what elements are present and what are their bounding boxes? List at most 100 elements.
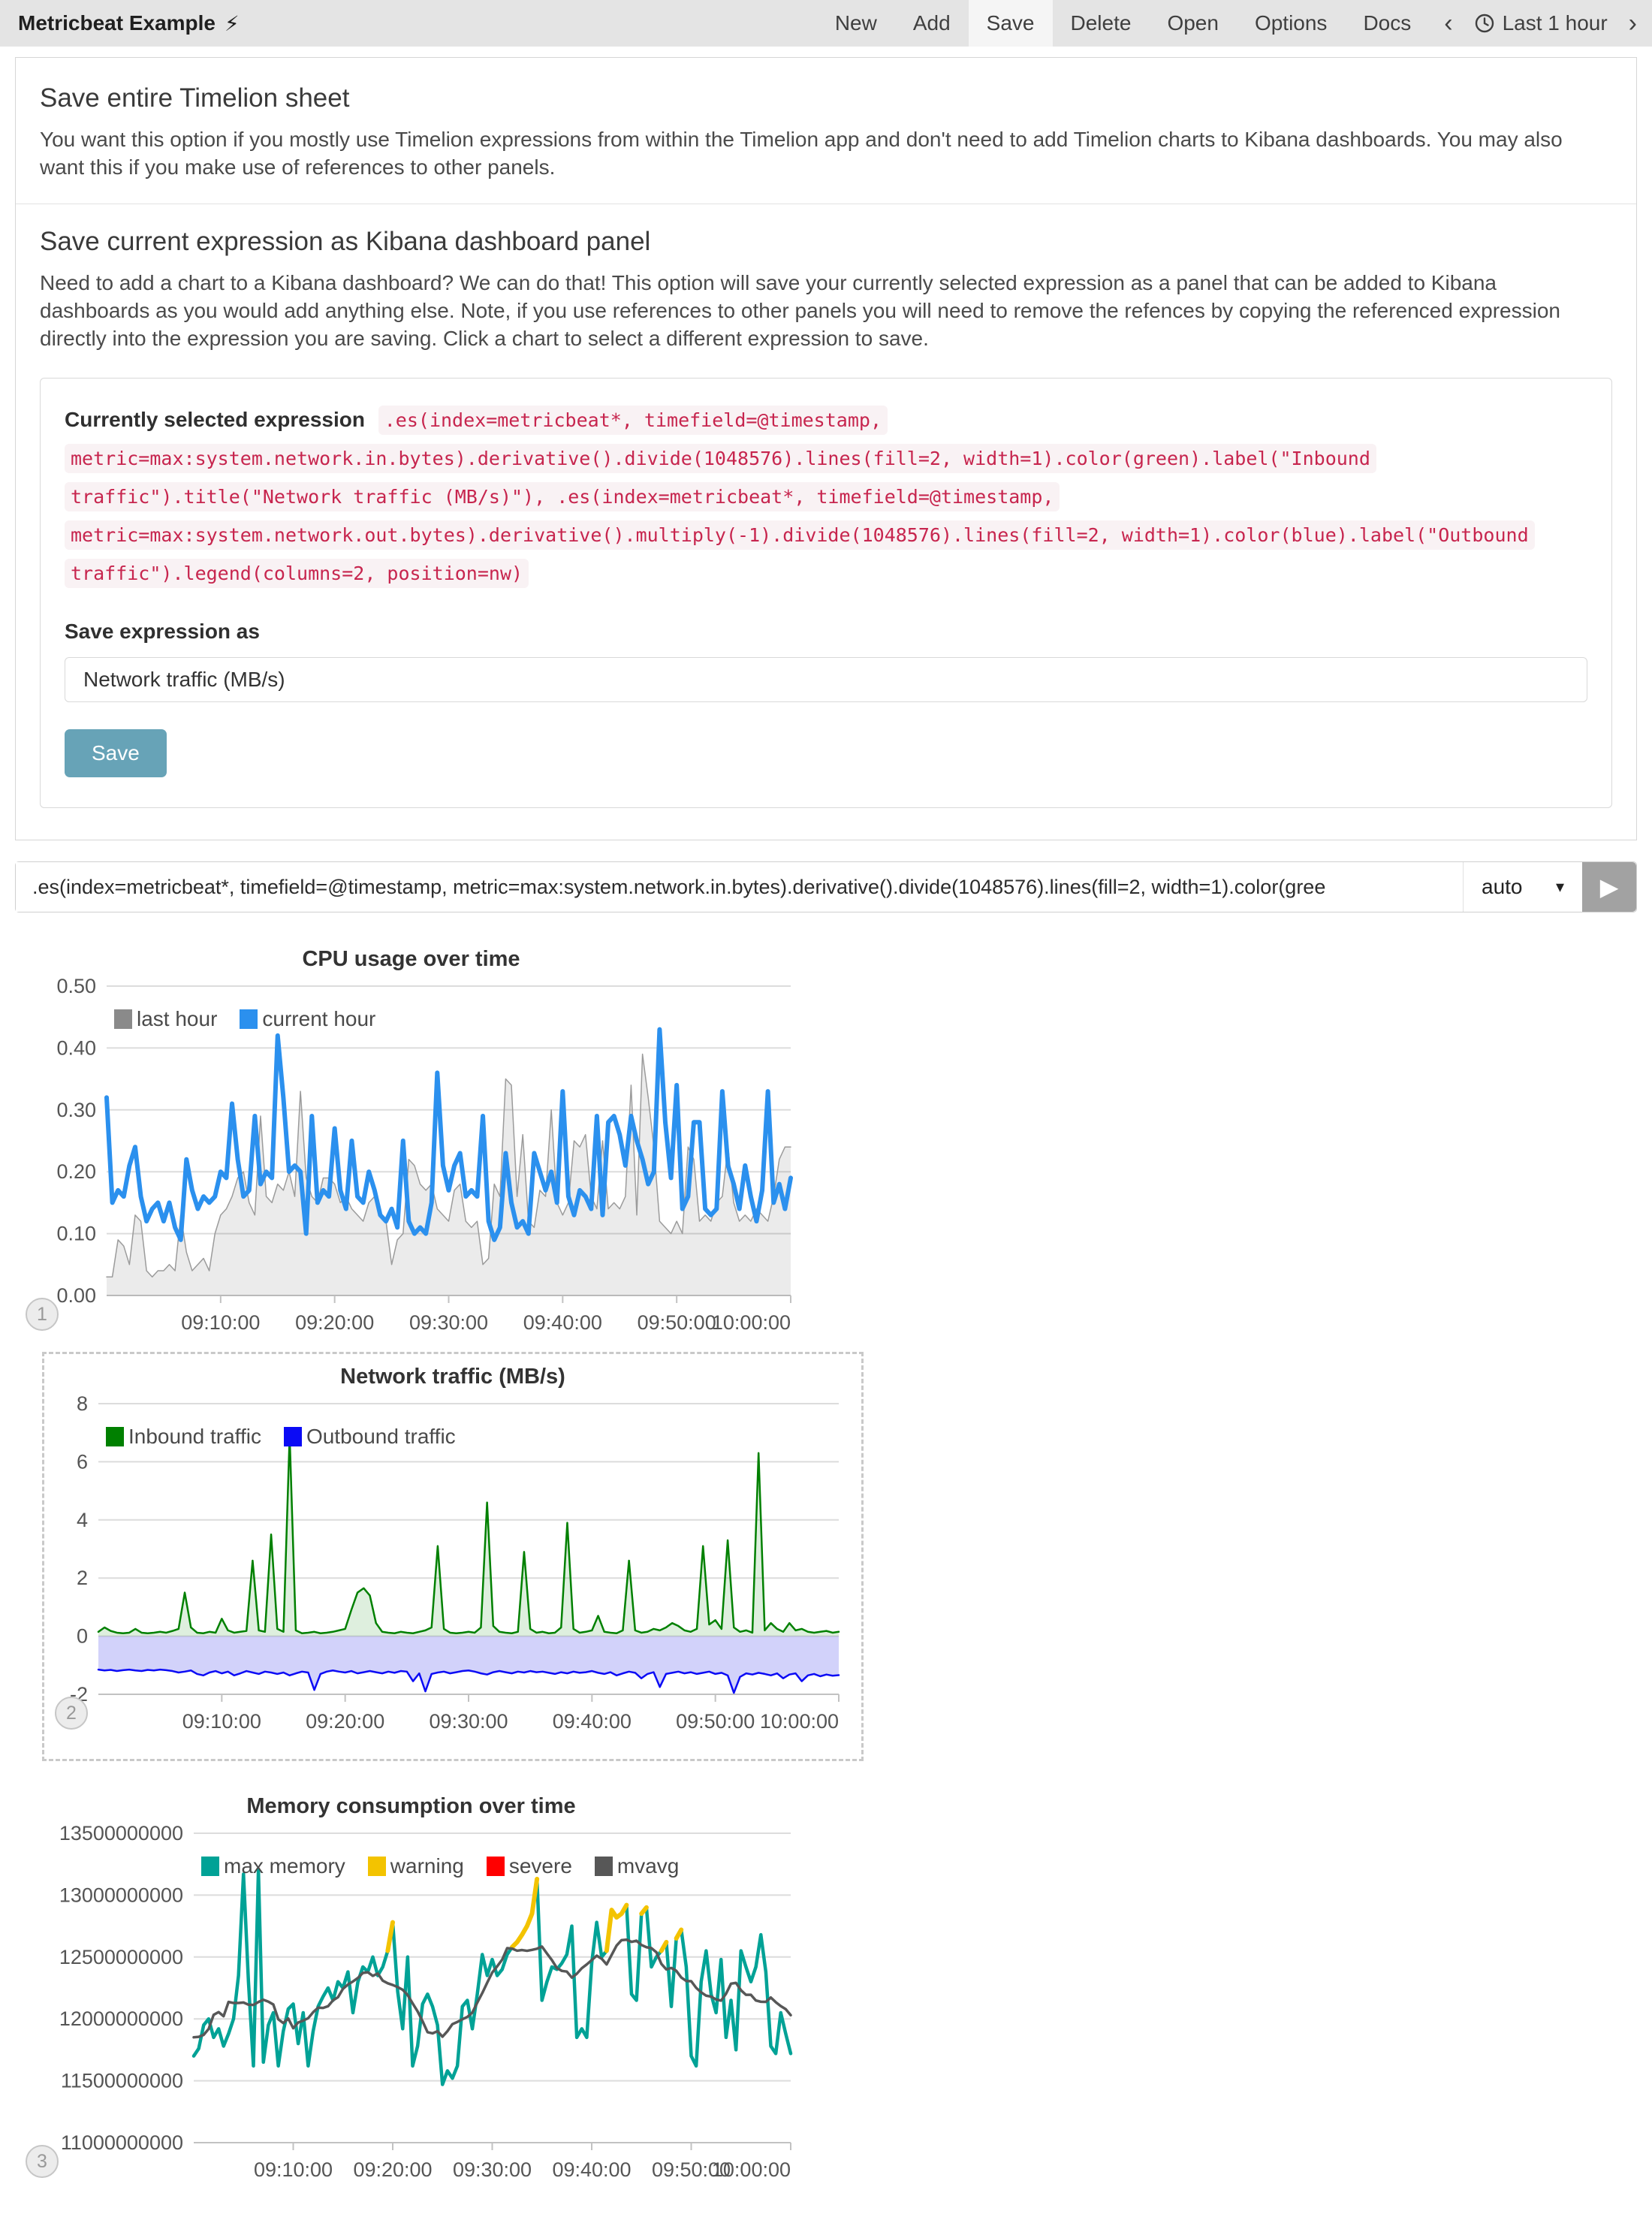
memory-chart-cell: 11000000000 11500000000 12000000000 1250000…: [23, 1790, 800, 2199]
expression-input[interactable]: [16, 862, 1463, 912]
legend-item: warning: [368, 1854, 464, 1878]
selected-expression-code: .es(index=metricbeat*, timefield=@timest…: [65, 406, 1535, 588]
nav-item-options[interactable]: Options: [1237, 0, 1346, 47]
app-title-text: Metricbeat Example: [18, 11, 216, 35]
save-expression-box: Currently selected expression .es(index=…: [40, 378, 1612, 808]
svg-text:12500000000: 12500000000: [59, 1946, 183, 1968]
interval-select[interactable]: auto ▾: [1464, 862, 1582, 912]
nav-item-new[interactable]: New: [817, 0, 895, 47]
expression-bar: auto ▾ ▶: [15, 861, 1637, 912]
chart-title: CPU usage over time: [23, 947, 800, 972]
legend-label: max memory: [224, 1854, 345, 1878]
svg-text:09:20:00: 09:20:00: [295, 1311, 374, 1334]
nav-item-open[interactable]: Open: [1149, 0, 1237, 47]
legend-swatch: [106, 1427, 124, 1446]
chart-legend: last hour current hour: [114, 1007, 375, 1031]
legend-label: current hour: [262, 1007, 375, 1031]
nav-item-add[interactable]: Add: [895, 0, 969, 47]
save-expression-heading: Save current expression as Kibana dashbo…: [40, 227, 1612, 257]
svg-text:13000000000: 13000000000: [59, 1884, 183, 1906]
legend-item: mvavg: [595, 1854, 679, 1878]
legend-item: Outbound traffic: [284, 1425, 456, 1449]
chart-number-badge: 3: [26, 2145, 59, 2178]
legend-swatch: [487, 1857, 505, 1876]
legend-label: mvavg: [617, 1854, 679, 1878]
svg-text:09:50:00: 09:50:00: [676, 1710, 755, 1733]
nav-item-docs[interactable]: Docs: [1345, 0, 1429, 47]
svg-text:12000000000: 12000000000: [59, 2007, 183, 2030]
timepicker-button[interactable]: Last 1 hour: [1468, 0, 1614, 47]
network-traffic-chart[interactable]: -20246809:10:0009:20:0009:30:0009:40:000…: [52, 1360, 854, 1751]
svg-text:09:10:00: 09:10:00: [254, 2158, 333, 2181]
time-forward-chevron-icon[interactable]: ›: [1614, 0, 1652, 47]
chevron-down-icon: ▾: [1556, 877, 1564, 897]
svg-text:0.00: 0.00: [56, 1284, 96, 1307]
svg-text:09:10:00: 09:10:00: [182, 1710, 261, 1733]
svg-text:10:00:00: 10:00:00: [712, 2158, 791, 2181]
save-expression-description: Need to add a chart to a Kibana dashboar…: [40, 269, 1612, 352]
save-panel: Save entire Timelion sheet You want this…: [15, 57, 1637, 840]
svg-text:0.40: 0.40: [56, 1036, 96, 1059]
svg-text:09:30:00: 09:30:00: [453, 2158, 532, 2181]
app-title: Metricbeat Example ⚡: [0, 0, 258, 47]
chart-number-badge: 1: [26, 1298, 59, 1331]
svg-text:09:50:00: 09:50:00: [638, 1311, 716, 1334]
svg-text:11000000000: 11000000000: [61, 2131, 183, 2154]
selected-expression-label: Currently selected expression: [65, 408, 372, 431]
legend-item: current hour: [240, 1007, 375, 1031]
nav-item-delete[interactable]: Delete: [1053, 0, 1150, 47]
time-back-chevron-icon[interactable]: ‹: [1429, 0, 1467, 47]
chart-legend: Inbound trafficOutbound traffic: [106, 1425, 456, 1449]
clock-icon: [1474, 13, 1495, 34]
svg-text:6: 6: [77, 1450, 88, 1473]
chart-number-badge: 2: [55, 1697, 88, 1730]
chart-title: Network traffic (MB/s): [52, 1365, 854, 1389]
interval-value: auto: [1482, 875, 1523, 899]
svg-text:13500000000: 13500000000: [59, 1822, 183, 1844]
cpu-usage-chart[interactable]: 0.00 0.10 0.20 0.30 0.40 0.50 09:10:00 09:20:00…: [23, 943, 800, 1352]
chart-title: Memory consumption over time: [23, 1794, 800, 1819]
memory-consumption-chart[interactable]: 11000000000 11500000000 12000000000 1250000…: [23, 1790, 800, 2199]
svg-text:10:00:00: 10:00:00: [712, 1311, 791, 1334]
svg-text:09:40:00: 09:40:00: [523, 1311, 602, 1334]
selected-expression-row: Currently selected expression .es(index=…: [65, 401, 1587, 593]
save-as-input[interactable]: [65, 657, 1587, 702]
svg-text:09:10:00: 09:10:00: [181, 1311, 260, 1334]
svg-text:0.30: 0.30: [56, 1099, 96, 1121]
top-navbar: Metricbeat Example ⚡ New Add Save Delete…: [0, 0, 1652, 47]
save-sheet-heading: Save entire Timelion sheet: [40, 83, 1612, 113]
legend-swatch: [201, 1857, 219, 1876]
svg-text:11500000000: 11500000000: [61, 2070, 183, 2092]
charts-area: 0.00 0.10 0.20 0.30 0.40 0.50 09:10:00 09:20:00…: [0, 912, 1652, 2214]
save-button[interactable]: Save: [65, 729, 167, 777]
svg-text:09:30:00: 09:30:00: [429, 1710, 508, 1733]
play-icon: ▶: [1600, 873, 1619, 901]
svg-text:0.20: 0.20: [56, 1160, 96, 1183]
svg-text:4: 4: [77, 1509, 88, 1531]
save-as-label: Save expression as: [65, 620, 1587, 644]
legend-label: warning: [390, 1854, 464, 1878]
legend-swatch: [284, 1427, 302, 1446]
run-expression-button[interactable]: ▶: [1582, 862, 1636, 912]
svg-text:09:20:00: 09:20:00: [306, 1710, 384, 1733]
svg-text:2: 2: [77, 1567, 88, 1589]
svg-text:10:00:00: 10:00:00: [760, 1710, 839, 1733]
legend-swatch: [595, 1857, 613, 1876]
svg-text:09:20:00: 09:20:00: [353, 2158, 432, 2181]
svg-text:09:40:00: 09:40:00: [552, 2158, 631, 2181]
save-sheet-description: You want this option if you mostly use T…: [40, 125, 1612, 181]
svg-text:09:30:00: 09:30:00: [409, 1311, 488, 1334]
chart-legend: max memory warning severe mvavg: [201, 1854, 679, 1878]
svg-text:0: 0: [77, 1625, 88, 1648]
svg-text:0.50: 0.50: [56, 975, 96, 997]
legend-item: max memory: [201, 1854, 345, 1878]
svg-text:8: 8: [77, 1392, 88, 1415]
cpu-chart-cell: 0.00 0.10 0.20 0.30 0.40 0.50 09:10:00 09:20:00…: [23, 943, 800, 1352]
legend-swatch: [114, 1009, 132, 1029]
legend-label: severe: [509, 1854, 572, 1878]
legend-label: last hour: [137, 1007, 217, 1031]
svg-text:09:40:00: 09:40:00: [553, 1710, 632, 1733]
legend-swatch: [368, 1857, 386, 1876]
svg-text:0.10: 0.10: [56, 1223, 96, 1245]
nav-item-save[interactable]: Save: [969, 0, 1053, 47]
